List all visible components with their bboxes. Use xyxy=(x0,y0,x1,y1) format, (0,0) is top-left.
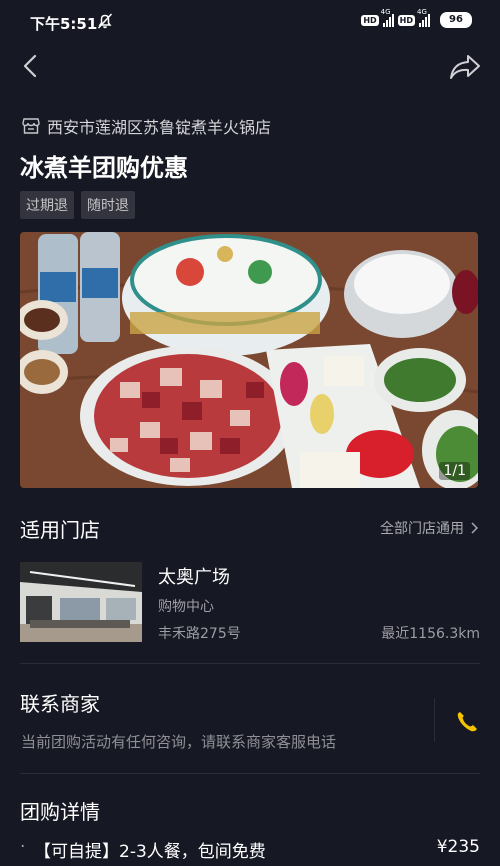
details-section-title: 团购详情 xyxy=(20,800,100,824)
contact-section-title: 联系商家 xyxy=(20,692,100,716)
divider-2 xyxy=(20,773,480,774)
share-icon[interactable] xyxy=(448,52,482,82)
top-nav xyxy=(0,50,500,82)
hd-badge-2: HD xyxy=(397,14,415,26)
photo-counter: 1/1 xyxy=(439,462,470,480)
divider xyxy=(20,663,480,664)
battery-icon: 96 xyxy=(440,12,472,28)
store-photo xyxy=(20,562,142,642)
vertical-divider xyxy=(434,698,435,742)
detail-bullet: · xyxy=(20,837,26,857)
detail-item-price: ¥235 xyxy=(436,837,480,857)
detail-item-name: 【可自提】2-3人餐，包间免费 xyxy=(34,842,266,862)
back-arrow-icon[interactable] xyxy=(18,53,44,79)
tag-refund-expired: 过期退 xyxy=(20,191,74,219)
deal-tags: 过期退 随时退 xyxy=(20,191,135,219)
shop-name: 西安市莲湖区苏鲁锭煮羊火锅店 xyxy=(47,118,272,137)
store-card[interactable]: 太奥广场 购物中心 丰禾路275号 最近1156.3km xyxy=(20,562,480,644)
chevron-right-icon xyxy=(471,522,478,534)
status-indicators: HD 4G HD 4G 96 xyxy=(361,8,472,28)
store-icon xyxy=(22,118,40,134)
deal-title: 冰煮羊团购优惠 xyxy=(20,154,188,182)
mute-bell-icon xyxy=(97,13,113,29)
status-time: 下午5:51 xyxy=(30,15,98,33)
all-stores-label: 全部门店通用 xyxy=(380,521,464,537)
signal-icon: 4G xyxy=(381,8,394,27)
shop-link[interactable]: 西安市莲湖区苏鲁锭煮羊火锅店 xyxy=(21,114,271,138)
store-name: 太奥广场 xyxy=(158,567,230,588)
signal-icon-2: 4G xyxy=(417,8,430,27)
all-stores-link[interactable]: 全部门店通用 xyxy=(380,518,478,538)
stores-section-title: 适用门店 xyxy=(20,518,100,542)
status-bar: 下午5:51 HD 4G HD 4G 96 xyxy=(0,0,500,44)
contact-description: 当前团购活动有任何咨询，请联系商家客服电话 xyxy=(21,733,337,751)
tag-refund-anytime: 随时退 xyxy=(81,191,135,219)
store-distance: 最近1156.3km xyxy=(381,626,480,642)
store-type: 购物中心 xyxy=(158,599,214,615)
hd-badge: HD xyxy=(361,14,379,26)
phone-icon[interactable] xyxy=(452,707,482,737)
deal-photo[interactable]: 1/1 xyxy=(20,232,478,488)
store-address: 丰禾路275号 xyxy=(158,626,241,642)
hotpot-food-image xyxy=(20,232,478,488)
